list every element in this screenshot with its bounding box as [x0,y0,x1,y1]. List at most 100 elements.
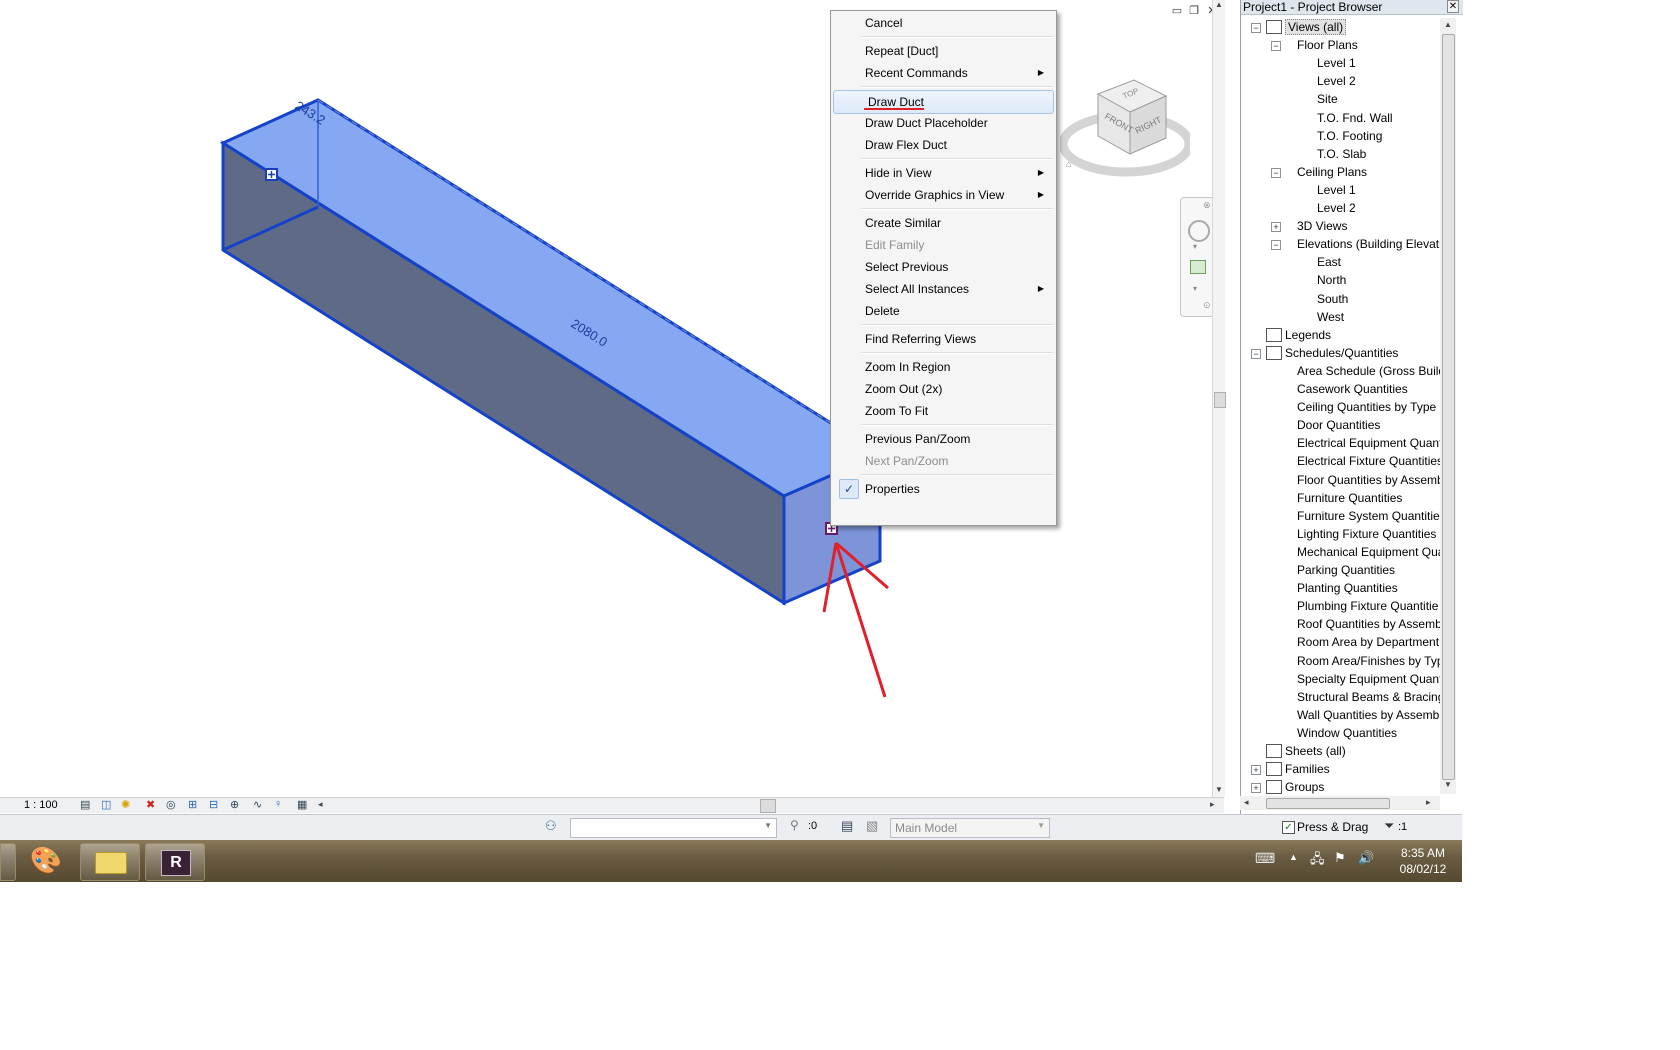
menu-item-draw-duct-placeholder[interactable]: Draw Duct Placeholder [831,112,1056,134]
close-icon[interactable]: ✕ [1447,0,1459,13]
menu-item-hide-in-view[interactable]: Hide in View ▶ [831,162,1056,184]
tree-item-groups[interactable]: + Groups [1241,778,1446,794]
browser-scrollbar-thumb[interactable] [1442,34,1455,780]
collapse-icon[interactable]: − [1251,349,1261,359]
tree-item-mechanical-equipment-quar[interactable]: Mechanical Equipment Quar [1241,543,1446,561]
steering-wheel-icon[interactable] [1188,220,1210,242]
tree-item-room-area-by-department[interactable]: Room Area by Department [1241,633,1446,651]
tree-item-door-quantities[interactable]: Door Quantities [1241,416,1446,434]
tree-item-window-quantities[interactable]: Window Quantities [1241,724,1446,742]
sun-path-icon[interactable]: ✺ [121,798,130,811]
horizontal-scrollbar-thumb[interactable] [760,799,776,813]
tree-item-ceiling-plans[interactable]: − Ceiling Plans [1241,163,1446,181]
detail-level-icon[interactable]: ▤ [80,798,90,811]
collapse-icon[interactable]: − [1271,240,1281,250]
zoom-region-icon[interactable] [1190,260,1206,274]
menu-item-find-referring-views[interactable]: Find Referring Views [831,328,1056,350]
tree-item-schedules-quantities[interactable]: − Schedules/Quantities [1241,344,1446,362]
tree-item-lighting-fixture-quantities[interactable]: Lighting Fixture Quantities [1241,525,1446,543]
tree-item-level-1[interactable]: Level 1 [1241,54,1446,72]
show-hidden-icons[interactable]: ▲ [1289,852,1298,862]
design-options-icon[interactable]: ▤ [841,818,853,834]
scroll-up-icon[interactable]: ▲ [1444,20,1452,29]
tree-item-t-o-slab[interactable]: T.O. Slab [1241,145,1446,163]
chevron-down-icon[interactable]: ▾ [1193,242,1197,251]
action-center-icon[interactable]: ⚑ [1334,850,1346,866]
tree-item-casework-quantities[interactable]: Casework Quantities [1241,380,1446,398]
browser-hscroll-thumb[interactable] [1266,798,1390,809]
tree-item-floor-plans[interactable]: − Floor Plans [1241,36,1446,54]
tree-item-electrical-fixture-quantities[interactable]: Electrical Fixture Quantities [1241,452,1446,470]
navbar-options-icon[interactable]: ⊙ [1203,300,1211,311]
menu-item-create-similar[interactable]: Create Similar [831,212,1056,234]
menu-item-zoom-in-region[interactable]: Zoom In Region [831,356,1056,378]
tree-item-planting-quantities[interactable]: Planting Quantities [1241,579,1446,597]
tree-item-3d-views[interactable]: +3D Views [1241,217,1446,235]
crop-view-icon[interactable]: ⊞ [188,798,197,811]
menu-item-select-all-instances[interactable]: Select All Instances ▶ [831,278,1056,300]
filter-icon[interactable]: ⏷ [1384,818,1394,834]
tree-item-roof-quantities-by-assembl[interactable]: Roof Quantities by Assembl [1241,615,1446,633]
menu-item-cancel[interactable]: Cancel [831,12,1056,34]
clock[interactable]: 8:35 AM 08/02/12 [1392,845,1454,877]
menu-item-draw-duct[interactable]: Draw Duct [833,90,1054,114]
menu-item-repeat-duct[interactable]: Repeat [Duct] [831,40,1056,62]
tree-item-east[interactable]: East [1241,253,1446,271]
tree-item-t-o-footing[interactable]: T.O. Footing [1241,127,1446,145]
expand-icon[interactable]: + [1251,783,1261,793]
tree-item-site[interactable]: Site [1241,90,1446,108]
design-option-dropdown[interactable]: Main Model ▼ [890,818,1050,838]
tree-item-parking-quantities[interactable]: Parking Quantities [1241,561,1446,579]
temporary-hide-icon[interactable]: ∿ [253,798,262,811]
tree-item-floor-quantities-by-assembl[interactable]: Floor Quantities by Assembl [1241,471,1446,489]
tree-item-room-area-finishes-by-typ[interactable]: Room Area/Finishes by Typ [1241,652,1446,670]
tree-item-south[interactable]: South [1241,290,1446,308]
tree-item-families[interactable]: + Families [1241,760,1446,778]
editable-only-icon[interactable]: ⚲ [790,818,799,832]
tree-item-electrical-equipment-quantit[interactable]: Electrical Equipment Quantit [1241,434,1446,452]
tree-item-plumbing-fixture-quantitie[interactable]: Plumbing Fixture Quantitie [1241,597,1446,615]
view-scale[interactable]: 1 : 100 [24,799,58,811]
menu-item-zoom-out-2x[interactable]: Zoom Out (2x) [831,378,1056,400]
tree-item-ceiling-quantities-by-type[interactable]: Ceiling Quantities by Type [1241,398,1446,416]
menu-item-delete[interactable]: Delete [831,300,1056,322]
navbar-close-icon[interactable]: ⊗ [1203,200,1211,211]
tree-item-wall-quantities-by-assembl[interactable]: Wall Quantities by Assembl [1241,706,1446,724]
menu-item-previous-pan-zoom[interactable]: Previous Pan/Zoom [831,428,1056,450]
tree-item-level-1[interactable]: Level 1 [1241,181,1446,199]
tree-item-elevations-building-elevatio[interactable]: − Elevations (Building Elevatio [1241,235,1446,253]
active-option-icon[interactable]: ▧ [866,818,878,834]
collapse-icon[interactable]: − [1271,168,1281,178]
tree-item-views-all[interactable]: − Views (all) [1241,18,1446,36]
menu-item-recent-commands[interactable]: Recent Commands ▶ [831,62,1056,84]
menu-item-zoom-to-fit[interactable]: Zoom To Fit [831,400,1056,422]
tree-item-level-2[interactable]: Level 2 [1241,72,1446,90]
tree-item-area-schedule-gross-buildir[interactable]: Area Schedule (Gross Buildir [1241,362,1446,380]
revit-taskbar-button[interactable]: R [145,843,205,881]
minimize-icon[interactable]: ▭ [1170,5,1184,18]
press-drag-checkbox[interactable]: ✓ [1282,821,1295,834]
tree-item-level-2[interactable]: Level 2 [1241,199,1446,217]
tree-item-t-o-fnd-wall[interactable]: T.O. Fnd. Wall [1241,109,1446,127]
tree-item-furniture-quantities[interactable]: Furniture Quantities [1241,489,1446,507]
scroll-down-icon[interactable]: ▼ [1215,785,1223,794]
show-crop-icon[interactable]: ⊟ [209,798,218,811]
tree-item-west[interactable]: West [1241,308,1446,326]
tree-item-sheets-all[interactable]: Sheets (all) [1241,742,1446,760]
collapse-icon[interactable]: − [1271,41,1281,51]
scroll-left-icon[interactable]: ◂ [318,799,323,810]
browser-horizontal-scrollbar[interactable]: ◂ ▸ [1240,796,1440,810]
scroll-right-icon[interactable]: ▸ [1426,797,1431,808]
scroll-up-icon[interactable]: ▲ [1215,0,1223,9]
tree-item-north[interactable]: North [1241,271,1446,289]
scroll-left-icon[interactable]: ◂ [1244,797,1249,808]
tree-item-legends[interactable]: Legends [1241,326,1446,344]
menu-item-override-graphics-in-view[interactable]: Override Graphics in View ▶ [831,184,1056,206]
viewcube-home-icon[interactable]: ⌂ [1066,159,1071,169]
scrollbar-thumb[interactable] [1214,392,1226,408]
chevron-down-icon[interactable]: ▼ [1037,821,1045,830]
menu-item-draw-flex-duct[interactable]: Draw Flex Duct [831,134,1056,156]
viewport-vertical-scrollbar[interactable]: ▲ ▼ [1212,0,1226,797]
scroll-down-icon[interactable]: ▼ [1444,780,1452,789]
paint-icon[interactable]: 🎨 [26,842,66,878]
